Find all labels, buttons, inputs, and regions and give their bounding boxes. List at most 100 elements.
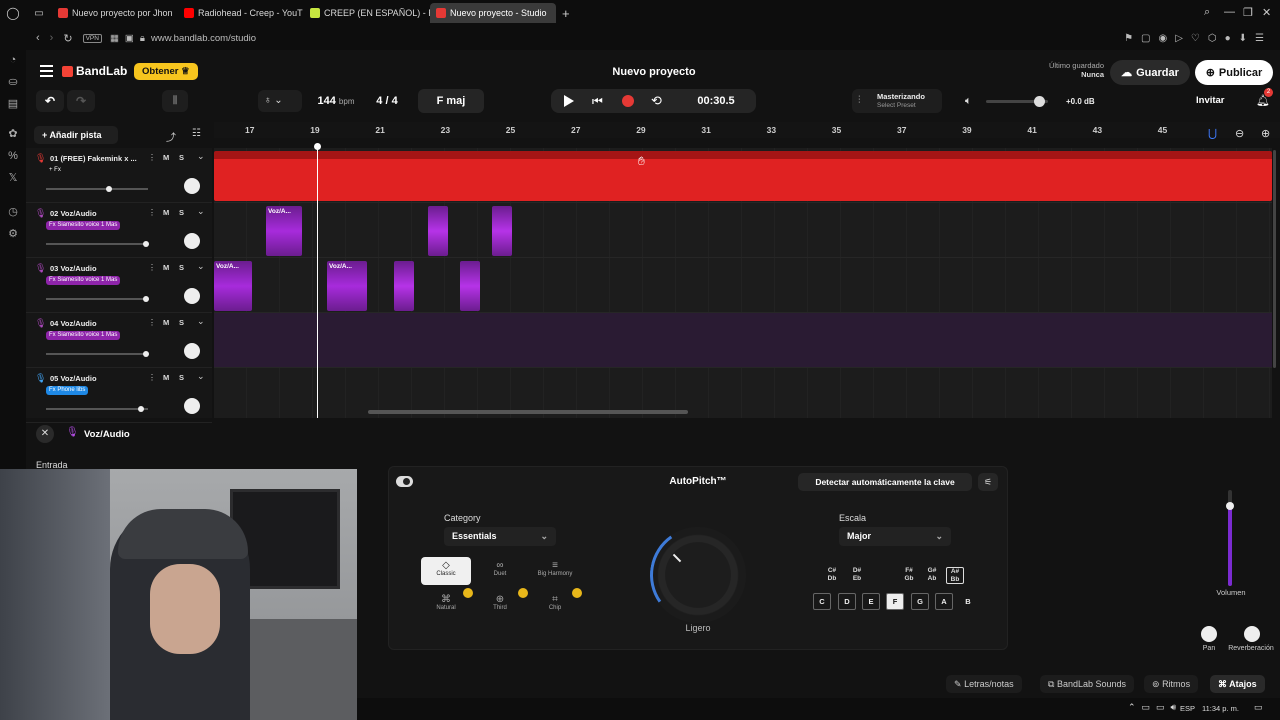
- record-button[interactable]: [622, 95, 634, 107]
- track-name[interactable]: 04 Voz/Audio: [50, 319, 97, 328]
- fx-chip[interactable]: Fx Siamesito voice 1 Mas: [46, 331, 121, 340]
- fx-chip[interactable]: + Fx: [46, 166, 64, 175]
- key-sharp-cd[interactable]: C# Db: [823, 567, 841, 584]
- lane-3[interactable]: [214, 258, 1272, 313]
- strength-dial[interactable]: [642, 519, 754, 631]
- playhead[interactable]: [317, 145, 318, 418]
- percent-icon[interactable]: %: [7, 150, 19, 162]
- chevron-down-icon[interactable]: ⌄: [197, 316, 205, 327]
- chatgpt-icon[interactable]: ✿: [7, 128, 19, 140]
- magnet-icon[interactable]: ⋃: [1208, 127, 1217, 140]
- browser-logo-icon[interactable]: ◯: [0, 6, 26, 20]
- tempo-field[interactable]: 144 bpm: [310, 90, 362, 112]
- key-b[interactable]: B: [959, 593, 977, 610]
- browser-tab-4[interactable]: Nuevo proyecto - Studio: [430, 3, 556, 23]
- extensions-icons[interactable]: ⚑▢◉▷♡⬡●⬇☰: [1124, 33, 1272, 44]
- bandlab-logo[interactable]: BandLab: [62, 64, 127, 78]
- fx-chip[interactable]: Fx Siamesito voice 1 Mas: [46, 221, 121, 230]
- timeline-ruler[interactable]: 17 19 21 23 25 27 29 31 33 35 37 39 41 43 45: [214, 122, 1280, 138]
- track-volume-knob[interactable]: [106, 186, 113, 192]
- horizontal-scrollbar[interactable]: [368, 410, 688, 414]
- key-f[interactable]: F: [886, 593, 904, 610]
- key-field[interactable]: F maj: [418, 89, 484, 113]
- track-pan-knob[interactable]: [184, 178, 200, 194]
- key-sharp-ab[interactable]: A# Bb: [946, 567, 964, 584]
- vocal-clip[interactable]: Voz/A...: [266, 206, 302, 256]
- key-sharp-ga[interactable]: G# Ab: [923, 567, 941, 584]
- search-icon[interactable]: ⌕: [1204, 6, 1210, 19]
- add-track-button[interactable]: + Añadir pista: [34, 126, 118, 144]
- lane-2[interactable]: [214, 203, 1272, 258]
- rhythms-button[interactable]: ⊚ Ritmos: [1144, 675, 1199, 693]
- shortcuts-button[interactable]: ⌘ Atajos: [1210, 675, 1265, 693]
- track-options-icon[interactable]: ⋮: [148, 153, 156, 162]
- close-icon[interactable]: ✕: [1262, 6, 1271, 19]
- vocal-clip[interactable]: [460, 261, 480, 311]
- vocal-clip[interactable]: [394, 261, 414, 311]
- chevron-down-icon[interactable]: ⌄: [197, 261, 205, 272]
- mute-button[interactable]: M: [163, 318, 169, 327]
- track-volume-knob[interactable]: [142, 241, 149, 247]
- bag-icon[interactable]: ⛀: [7, 76, 19, 88]
- track-options-icon[interactable]: ⋮: [148, 373, 156, 382]
- vocal-clip[interactable]: Voz/A...: [214, 261, 252, 311]
- mute-button[interactable]: M: [163, 373, 169, 382]
- scale-select[interactable]: Major ⌄: [839, 527, 951, 546]
- key-g[interactable]: G: [911, 593, 929, 610]
- zoom-out-icon[interactable]: ⊖: [1235, 127, 1244, 140]
- publish-button[interactable]: ⊕ Publicar: [1195, 60, 1273, 85]
- preset-third[interactable]: ⊕ Third: [475, 591, 525, 619]
- preset-big-harmony[interactable]: ≡ Big Harmony: [530, 557, 580, 585]
- track-name[interactable]: 03 Voz/Audio: [50, 264, 97, 273]
- speed-dial-icon[interactable]: ◔: [7, 54, 19, 66]
- key-d[interactable]: D: [838, 593, 856, 610]
- fx-chip[interactable]: Fx Siamesito voice 1 Mas: [46, 276, 121, 285]
- solo-button[interactable]: S: [179, 263, 184, 272]
- speaker-icon[interactable]: 🔈︎: [965, 95, 972, 108]
- preset-classic[interactable]: ◇ Classic: [421, 557, 471, 585]
- track-name[interactable]: 02 Voz/Audio: [50, 209, 97, 218]
- track-volume-knob[interactable]: [142, 296, 149, 302]
- track-settings-icon[interactable]: ☷: [192, 128, 201, 139]
- url-field[interactable]: www.bandlab.com/studio: [151, 33, 256, 44]
- track-volume-knob[interactable]: [137, 406, 144, 412]
- forward-icon[interactable]: ›: [50, 32, 54, 44]
- category-select[interactable]: Essentials ⌄: [444, 527, 556, 546]
- x-icon[interactable]: 𝕏: [7, 172, 19, 184]
- undo-button[interactable]: ↶: [36, 90, 64, 112]
- track-volume-slider[interactable]: [46, 351, 149, 357]
- track-volume-slider[interactable]: [46, 406, 148, 412]
- zoom-in-icon[interactable]: ⊕: [1261, 127, 1270, 140]
- chevron-down-icon[interactable]: ⌄: [197, 206, 205, 217]
- invite-button[interactable]: Invitar: [1196, 95, 1225, 106]
- track-options-icon[interactable]: ⋮: [148, 208, 156, 217]
- wallet-icon[interactable]: ▤: [7, 98, 19, 110]
- vocal-clip[interactable]: Voz/A...: [327, 261, 367, 311]
- track-header[interactable]: 🎙︎ 01 (FREE) Fakemink x ... ⋮ M S ⌄ + Fx: [26, 148, 212, 203]
- automation-icon[interactable]: ⤴: [166, 129, 176, 144]
- track-volume-knob[interactable]: [142, 351, 149, 357]
- fx-chip[interactable]: Fx Phone libs: [46, 386, 89, 395]
- preset-duet[interactable]: ∞ Duet: [475, 557, 525, 585]
- volume-fader[interactable]: [1226, 490, 1234, 586]
- panel-settings-icon[interactable]: ⚟: [978, 473, 998, 491]
- mixer-button[interactable]: ⦀: [162, 90, 188, 112]
- playhead-handle[interactable]: [314, 143, 321, 150]
- pan-knob[interactable]: [1201, 626, 1217, 642]
- close-panel-button[interactable]: ✕: [36, 425, 54, 443]
- browser-tab-1[interactable]: Nuevo proyecto por Jhon: [52, 3, 178, 23]
- vpn-badge[interactable]: VPN: [82, 33, 102, 43]
- autopitch-toggle[interactable]: [396, 476, 413, 487]
- track-name[interactable]: 05 Voz/Audio: [50, 374, 97, 383]
- browser-tab-2[interactable]: Radiohead - Creep - YouT: [178, 3, 304, 23]
- track-lanes[interactable]: Voz/A... Voz/A... Voz/A... ✋︎: [214, 148, 1272, 418]
- solo-button[interactable]: S: [179, 318, 184, 327]
- vertical-scrollbar[interactable]: [1273, 150, 1276, 368]
- history-icon[interactable]: ◷: [7, 206, 19, 218]
- track-header[interactable]: 🎙︎ 02 Voz/Audio ⋮ M S ⌄ Fx Siamesito voice 1 M…: [26, 203, 212, 258]
- tray-icons[interactable]: ⌃▭▭🔊︎: [1128, 702, 1182, 713]
- master-volume-slider[interactable]: [986, 96, 1048, 107]
- vocal-clip[interactable]: [428, 206, 448, 256]
- get-button[interactable]: Obtener ♕: [134, 63, 198, 80]
- minimize-icon[interactable]: —: [1224, 6, 1235, 18]
